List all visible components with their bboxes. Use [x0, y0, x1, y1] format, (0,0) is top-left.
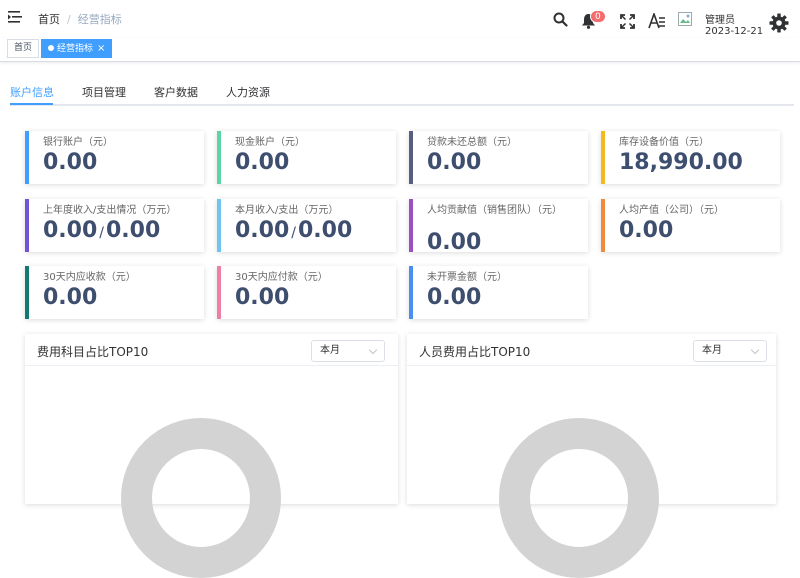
- menu-fold-icon[interactable]: [8, 10, 22, 24]
- tab-active-indicator: [10, 103, 53, 105]
- tag-home-label: 首页: [14, 43, 33, 53]
- donut-chart: [499, 418, 659, 578]
- income-value: 0.00: [235, 218, 290, 243]
- period-select-value: 本月: [320, 345, 340, 356]
- card-label: 银行账户（元）: [43, 137, 113, 148]
- avatar-image[interactable]: [678, 12, 692, 26]
- card-value: 0.00/0.00: [43, 218, 161, 243]
- card-label: 人均产值（公司）（元）: [619, 205, 724, 216]
- notification-badge: 0: [590, 10, 606, 23]
- card-label: 现金账户（元）: [235, 137, 305, 148]
- user-name[interactable]: 管理员: [705, 11, 735, 26]
- tab-project-management[interactable]: 项目管理: [82, 84, 126, 100]
- tags-view: 首页 经营指标 ×: [0, 38, 800, 62]
- card-receivables-30d: 30天内应收款（元） 0.00: [25, 266, 204, 319]
- period-select-value: 本月: [702, 345, 722, 356]
- card-value: 0.00: [235, 285, 290, 310]
- card-label: 上年度收入/支出情况（万元）: [43, 205, 177, 216]
- tag-home[interactable]: 首页: [7, 39, 40, 58]
- panel-expense-top10: 费用科目占比TOP10 本月: [25, 334, 398, 578]
- card-label: 库存设备价值（元）: [619, 137, 709, 148]
- tag-business-metrics-label: 经营指标: [57, 44, 94, 54]
- font-size-icon[interactable]: [648, 13, 666, 29]
- search-icon[interactable]: [553, 12, 568, 27]
- card-label: 30天内应付款（元）: [235, 272, 328, 283]
- card-value: 18,990.00: [619, 150, 743, 175]
- card-month-income-expense: 本月收入/支出（万元） 0.00/0.00: [217, 199, 396, 252]
- tab-customer-data[interactable]: 客户数据: [154, 84, 198, 100]
- tag-business-metrics[interactable]: 经营指标 ×: [41, 39, 113, 58]
- expense-value: 0.00: [106, 218, 161, 243]
- tab-account-info[interactable]: 账户信息: [10, 84, 54, 100]
- card-value: 0.00: [427, 285, 482, 310]
- tab-human-resources[interactable]: 人力资源: [226, 84, 270, 100]
- card-label: 30天内应收款（元）: [43, 272, 136, 283]
- panel-staff-cost-top10: 人员费用占比TOP10 本月: [407, 334, 776, 578]
- fullscreen-icon[interactable]: [620, 14, 635, 29]
- income-value: 0.00: [43, 218, 98, 243]
- expense-value: 0.00: [298, 218, 353, 243]
- card-label: 贷款未还总额（元）: [427, 137, 517, 148]
- card-value: 0.00/0.00: [235, 218, 353, 243]
- card-inventory-value: 库存设备价值（元） 18,990.00: [601, 131, 780, 184]
- gear-icon[interactable]: [769, 13, 789, 33]
- card-label: 人均贡献值（销售团队）（元）: [427, 205, 562, 216]
- user-date: 2023-12-21: [705, 26, 764, 37]
- card-label: 未开票金额（元）: [427, 272, 507, 283]
- card-outstanding-loans: 贷款未还总额（元） 0.00: [409, 131, 588, 184]
- period-select[interactable]: 本月: [693, 340, 767, 362]
- card-bank-account: 银行账户（元） 0.00: [25, 131, 204, 184]
- panel-title: 费用科目占比TOP10: [37, 345, 149, 359]
- breadcrumb-home[interactable]: 首页: [38, 13, 60, 26]
- active-dot-icon: [48, 45, 54, 51]
- close-icon[interactable]: ×: [97, 43, 105, 54]
- chevron-down-icon: [368, 345, 378, 355]
- breadcrumb-current: 经营指标: [77, 13, 122, 26]
- card-value: 0.00: [619, 218, 674, 243]
- card-value: 0.00: [427, 150, 482, 175]
- card-payables-30d: 30天内应付款（元） 0.00: [217, 266, 396, 319]
- card-value: 0.00: [235, 150, 290, 175]
- card-value: 0.00: [43, 285, 98, 310]
- chevron-down-icon: [750, 345, 760, 355]
- card-value: 0.00: [427, 230, 482, 252]
- card-cash-account: 现金账户（元） 0.00: [217, 131, 396, 184]
- card-last-year-income-expense: 上年度收入/支出情况（万元） 0.00/0.00: [25, 199, 204, 252]
- navbar: 首页 / 经营指标 0 管理员 2023-12-21: [0, 0, 800, 38]
- card-uninvoiced-amount: 未开票金额（元） 0.00: [409, 266, 588, 319]
- card-value: 0.00: [43, 150, 98, 175]
- breadcrumb: 首页 / 经营指标: [38, 11, 122, 27]
- card-label: 本月收入/支出（万元）: [235, 205, 339, 216]
- card-contribution-per-sales: 人均贡献值（销售团队）（元） 0.00: [409, 199, 588, 252]
- metric-tabs: 账户信息 项目管理 客户数据 人力资源: [10, 78, 794, 106]
- panel-title: 人员费用占比TOP10: [419, 345, 531, 359]
- period-select[interactable]: 本月: [311, 340, 385, 362]
- card-output-per-capita: 人均产值（公司）（元） 0.00: [601, 199, 780, 252]
- donut-chart: [121, 418, 281, 578]
- breadcrumb-separator: /: [67, 13, 71, 26]
